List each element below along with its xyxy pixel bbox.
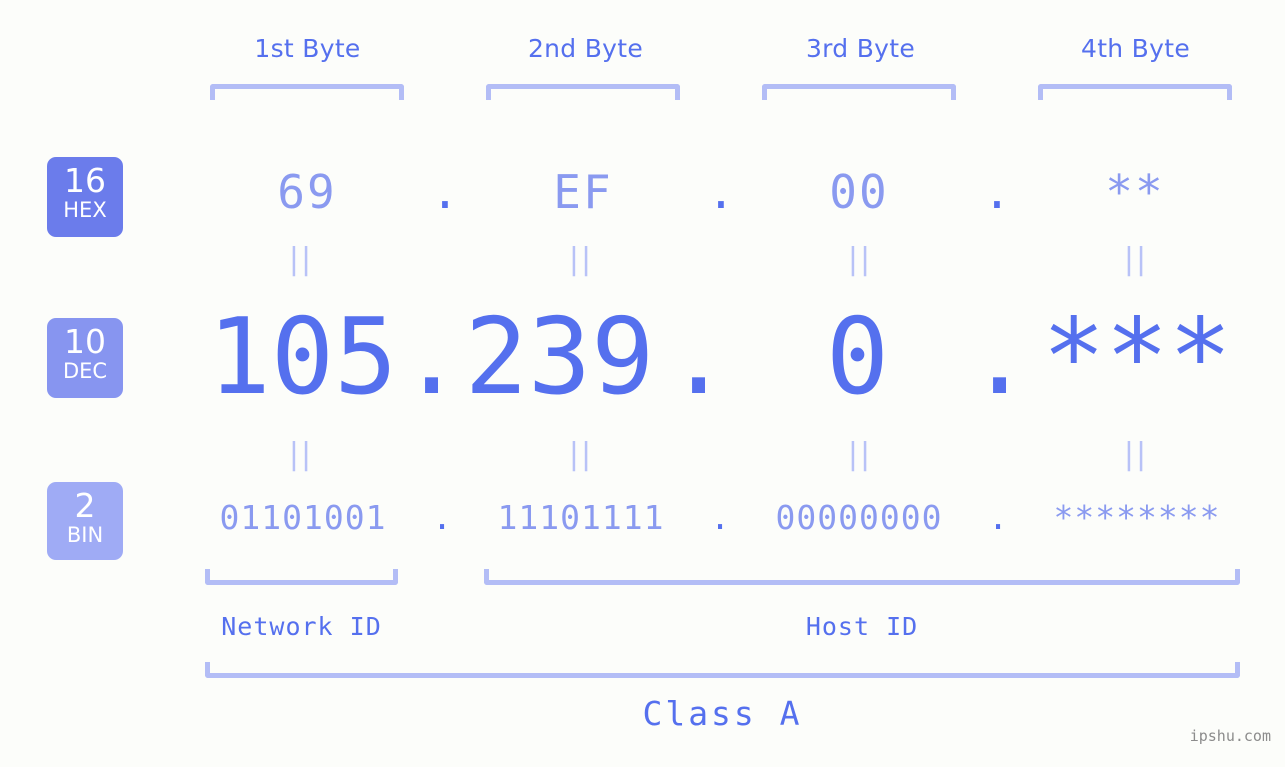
byte-header-3-label: 3rd Byte [805, 34, 916, 63]
dec-separator-2: . [667, 296, 731, 418]
bin-value-row: 01101001 . 11101111 . 00000000 . *******… [150, 487, 1285, 549]
bin-byte-4-value: ******** [1053, 498, 1221, 537]
host-id-label: Host ID [484, 612, 1240, 641]
dec-value-row: 105 . 239 . 0 . *** [150, 292, 1285, 422]
hex-byte-3-value: 00 [829, 165, 889, 219]
base-badge-bin: 2 BIN [47, 482, 123, 560]
network-id-bracket [205, 569, 398, 585]
hex-separator-1: . [431, 165, 459, 219]
equals-connector-lower-4: || [1123, 437, 1149, 472]
bin-byte-3-value: 00000000 [775, 498, 943, 537]
class-bracket [205, 662, 1240, 678]
dec-byte-1-value: 105 [207, 296, 398, 418]
base-badge-bin-name: BIN [66, 523, 104, 547]
bin-byte-2-value: 11101111 [497, 498, 665, 537]
dec-separator-1: . [400, 296, 464, 418]
base-badge-dec: 10 DEC [47, 318, 123, 398]
byte-header-2: 2nd Byte [473, 34, 698, 63]
bin-separator-2: . [710, 498, 730, 537]
byte-header-4: 4th Byte [1023, 34, 1248, 63]
dec-byte-3-value: 0 [825, 296, 890, 418]
bin-separator-3: . [988, 498, 1008, 537]
byte-bracket-top-4 [1038, 84, 1232, 100]
class-label-text: Class A [642, 694, 803, 733]
hex-separator-2: . [707, 165, 735, 219]
dec-byte-2-value: 239 [464, 296, 655, 418]
hex-byte-2-value: EF [553, 165, 613, 219]
hex-byte-4-value: ** [1105, 165, 1165, 219]
byte-bracket-top-2 [486, 84, 680, 100]
equals-connector-upper-3: || [847, 242, 873, 277]
hex-byte-1-value: 69 [277, 165, 337, 219]
ip-address-breakdown-diagram: 1st Byte 2nd Byte 3rd Byte 4th Byte 16 H… [0, 0, 1285, 767]
equals-connector-lower-3: || [847, 437, 873, 472]
network-id-label: Network ID [205, 612, 398, 641]
byte-header-1-label: 1st Byte [254, 34, 361, 63]
bin-separator-1: . [432, 498, 452, 537]
host-id-bracket [484, 569, 1240, 585]
network-id-label-text: Network ID [221, 612, 382, 641]
byte-header-4-label: 4th Byte [1080, 34, 1191, 63]
byte-header-3: 3rd Byte [748, 34, 973, 63]
byte-header-1: 1st Byte [195, 34, 420, 63]
base-badge-dec-number: 10 [64, 322, 106, 361]
equals-connector-lower-1: || [288, 437, 314, 472]
base-badge-bin-number: 2 [74, 486, 96, 525]
class-label: Class A [205, 694, 1240, 733]
hex-separator-3: . [983, 165, 1011, 219]
byte-bracket-top-1 [210, 84, 404, 100]
equals-connector-upper-4: || [1123, 242, 1149, 277]
host-id-label-text: Host ID [805, 612, 919, 641]
equals-connector-lower-2: || [568, 437, 594, 472]
byte-bracket-top-3 [762, 84, 956, 100]
bin-byte-1-value: 01101001 [219, 498, 387, 537]
site-watermark: ipshu.com [1189, 727, 1271, 745]
base-badge-hex-number: 16 [64, 161, 106, 200]
byte-header-2-label: 2nd Byte [527, 34, 644, 63]
base-badge-hex-name: HEX [63, 198, 107, 222]
equals-connector-upper-2: || [568, 242, 594, 277]
base-badge-dec-name: DEC [62, 359, 108, 383]
hex-value-row: 69 . EF . 00 . ** [150, 152, 1285, 232]
equals-connector-upper-1: || [288, 242, 314, 277]
base-badge-hex: 16 HEX [47, 157, 123, 237]
dec-byte-4-value: *** [1042, 296, 1232, 418]
